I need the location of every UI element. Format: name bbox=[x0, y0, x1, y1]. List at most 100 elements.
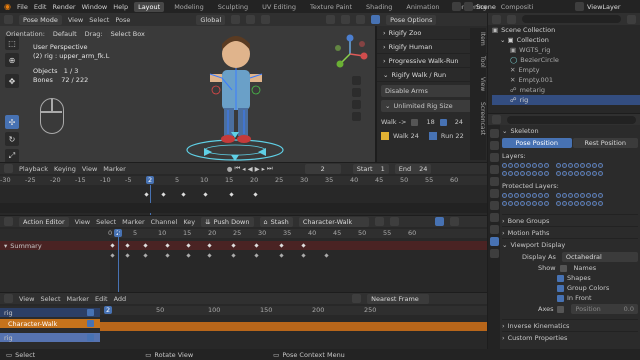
properties-editor-icon[interactable] bbox=[492, 115, 501, 124]
nla-view-menu[interactable]: View bbox=[19, 295, 34, 303]
skeleton-panel-header[interactable]: ⌄ Skeleton bbox=[502, 126, 638, 136]
nla-track-rig-2[interactable]: rig bbox=[0, 333, 100, 342]
keyframe[interactable] bbox=[181, 192, 186, 197]
grid-icon[interactable] bbox=[352, 112, 361, 121]
tab-sculpting[interactable]: Sculpting bbox=[214, 2, 252, 12]
timeline-keying-menu[interactable]: Keying bbox=[54, 165, 76, 173]
keyframe[interactable] bbox=[144, 192, 149, 197]
tab-modeling[interactable]: Modeling bbox=[170, 2, 208, 12]
tool-tab-icon[interactable] bbox=[489, 129, 499, 138]
nla-action-strip[interactable] bbox=[100, 322, 487, 331]
keyframe[interactable] bbox=[161, 192, 166, 197]
custom-properties-panel[interactable]: › Custom Properties bbox=[502, 331, 638, 343]
keyframe[interactable] bbox=[203, 192, 208, 197]
track-character-walk-checkbox[interactable] bbox=[87, 320, 94, 327]
keyframe[interactable] bbox=[143, 253, 148, 258]
outliner-empty[interactable]: ✕ Empty bbox=[492, 65, 640, 75]
zoom-icon[interactable] bbox=[352, 76, 361, 85]
transform-orientation-dropdown[interactable]: Global bbox=[196, 14, 226, 25]
run-22-button[interactable]: Run 22 bbox=[441, 132, 464, 140]
scene-tab-icon[interactable] bbox=[489, 165, 499, 174]
object-tab-icon[interactable] bbox=[489, 189, 499, 198]
viewport-display-panel[interactable]: ⌄ Viewport Display bbox=[502, 238, 638, 250]
keyframe[interactable] bbox=[110, 253, 115, 258]
filter-icon[interactable] bbox=[627, 14, 636, 24]
dopesheet-marker-menu[interactable]: Marker bbox=[122, 218, 144, 226]
viewport-menu-view[interactable]: View bbox=[68, 16, 83, 24]
drag-dropdown[interactable]: Select Box bbox=[106, 29, 149, 39]
tab-shading[interactable]: Shading bbox=[362, 2, 396, 12]
step-forward-icon[interactable]: ▸ bbox=[262, 165, 265, 173]
pose-options-dropdown[interactable]: Pose Options bbox=[386, 14, 437, 25]
menu-file[interactable]: File bbox=[17, 3, 28, 11]
walk-24-checkbox[interactable] bbox=[439, 118, 447, 126]
rest-position-button[interactable]: Rest Position bbox=[572, 138, 638, 148]
keyframe[interactable] bbox=[125, 253, 130, 258]
dopesheet-select-menu[interactable]: Select bbox=[96, 218, 116, 226]
inverse-kinematics-panel[interactable]: › Inverse Kinematics bbox=[502, 319, 638, 331]
dopesheet-view-menu[interactable]: View bbox=[75, 218, 90, 226]
action-dropdown[interactable]: Character-Walk bbox=[298, 216, 369, 227]
timeline-keyframes[interactable] bbox=[0, 189, 487, 215]
outliner-beziercircle[interactable]: ◯ BezierCircle bbox=[492, 55, 640, 65]
outliner-metarig[interactable]: ☍ metarig bbox=[492, 85, 640, 95]
dopesheet-ruler[interactable]: 0510152025303540455055602 bbox=[108, 229, 487, 238]
axes-position-field[interactable]: Position 0.0 bbox=[571, 304, 638, 314]
tab-item[interactable]: Item bbox=[470, 32, 486, 46]
motion-paths-panel[interactable]: › Motion Paths bbox=[502, 226, 638, 238]
keyframe[interactable] bbox=[324, 253, 329, 258]
walk-24-button[interactable]: Walk 24 bbox=[393, 132, 419, 140]
keyframe[interactable] bbox=[231, 253, 236, 258]
keyframe[interactable] bbox=[279, 253, 284, 258]
tab-screencast[interactable]: Screencast bbox=[470, 102, 486, 135]
summary-channel[interactable]: ▾ Summary bbox=[0, 241, 110, 250]
rotate-icon[interactable]: ↻ bbox=[5, 132, 19, 146]
shapes-checkbox[interactable] bbox=[557, 274, 564, 282]
group-colors-checkbox[interactable] bbox=[557, 284, 564, 292]
keyframe[interactable] bbox=[207, 253, 212, 258]
keyframe[interactable] bbox=[165, 253, 170, 258]
axes-checkbox[interactable] bbox=[557, 305, 565, 313]
menu-window[interactable]: Window bbox=[82, 3, 108, 11]
output-tab-icon[interactable] bbox=[489, 153, 499, 162]
stash-button[interactable]: ⌂ Stash bbox=[259, 216, 293, 227]
timeline-editor-icon[interactable] bbox=[4, 164, 13, 173]
outliner-empty-001[interactable]: ✕ Empty.001 bbox=[492, 75, 640, 85]
keyframe[interactable] bbox=[229, 192, 234, 197]
nla-filter-icon[interactable] bbox=[352, 294, 362, 303]
outliner-wgts-rig[interactable]: ▣ WGTS_rig bbox=[492, 45, 640, 55]
view-layer-name[interactable]: ViewLayer bbox=[587, 3, 621, 11]
nla-ruler[interactable]: 0501001502002502 bbox=[100, 306, 487, 315]
pose-position-button[interactable]: Pose Position bbox=[502, 138, 572, 148]
dopesheet-keyframes[interactable] bbox=[110, 229, 487, 292]
track-rig-checkbox[interactable] bbox=[87, 309, 94, 316]
dopesheet-editor-icon[interactable] bbox=[4, 217, 13, 226]
timeline-ruler[interactable]: -30-25-20-15-10-505101520253035404550556… bbox=[0, 176, 487, 215]
nla-edit-menu[interactable]: Edit bbox=[95, 295, 108, 303]
snap-icon[interactable] bbox=[246, 15, 256, 24]
menu-help[interactable]: Help bbox=[113, 3, 128, 11]
view-layer-icon[interactable] bbox=[575, 2, 584, 11]
scene-icon[interactable] bbox=[464, 2, 473, 11]
play-reverse-icon[interactable]: ◀ bbox=[248, 165, 253, 173]
keyframe[interactable] bbox=[301, 253, 306, 258]
nla-track-rig[interactable]: rig bbox=[0, 308, 100, 317]
tab-tool[interactable]: Tool bbox=[470, 56, 486, 68]
modifier-tab-icon[interactable] bbox=[489, 201, 499, 210]
outliner-collection[interactable]: ⌄ ▣ Collection bbox=[492, 35, 640, 45]
outliner-scene-collection[interactable]: ▣ Scene Collection bbox=[492, 25, 640, 35]
overlay-icon[interactable] bbox=[356, 15, 366, 24]
pan-hand-icon[interactable] bbox=[352, 88, 361, 97]
protected-layers-grid[interactable] bbox=[502, 192, 638, 208]
keyframe[interactable] bbox=[253, 192, 258, 197]
shading-solid-icon[interactable] bbox=[371, 15, 381, 24]
in-front-checkbox[interactable] bbox=[557, 294, 564, 302]
transform-icon[interactable]: ✥ bbox=[5, 74, 19, 88]
layers-grid[interactable] bbox=[502, 162, 638, 178]
outliner-rig[interactable]: ☍ rig bbox=[492, 95, 640, 105]
visibility-icon[interactable] bbox=[326, 15, 336, 24]
menu-render[interactable]: Render bbox=[52, 3, 75, 11]
keyframe[interactable] bbox=[254, 253, 259, 258]
nla-marker-menu[interactable]: Marker bbox=[67, 295, 89, 303]
record-icon[interactable]: ● bbox=[227, 165, 233, 173]
